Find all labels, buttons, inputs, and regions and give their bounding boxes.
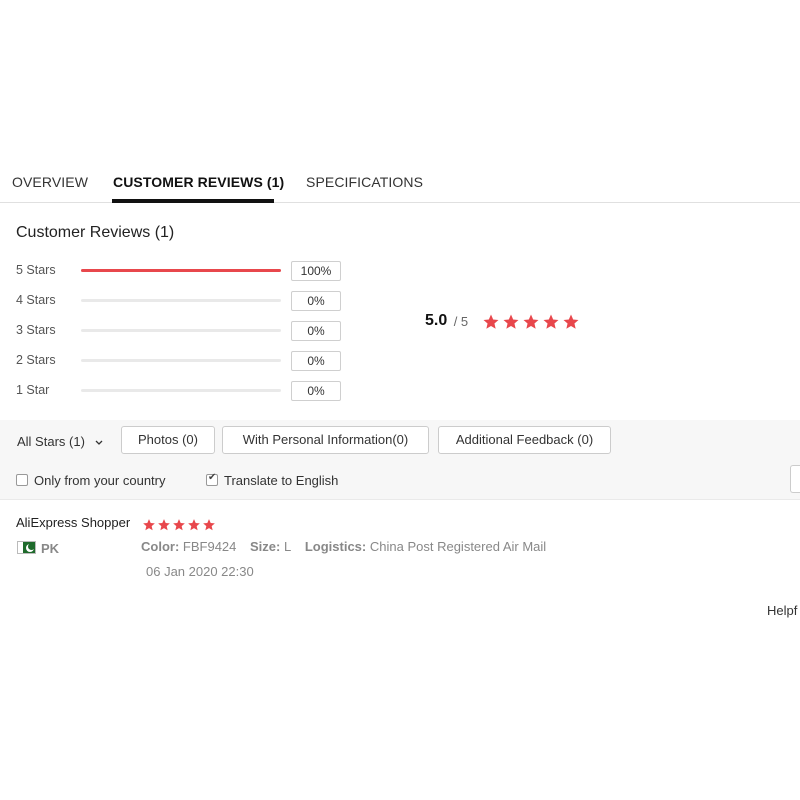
histogram-percent: 0% [291,381,341,401]
color-key: Color: [141,539,180,554]
review-item: AliExpress Shopper PK Color: FBF9424 Siz… [0,505,800,625]
logistics-key: Logistics: [304,539,367,554]
histogram-label: 3 Stars [16,323,56,337]
histogram-label: 1 Star [16,383,50,397]
tab-overview[interactable]: OVERVIEW [12,174,88,190]
histogram-bar [81,299,281,302]
histogram-row-5[interactable]: 5 Stars 100% [16,261,356,283]
review-date: 06 Jan 2020 22:30 [146,564,254,579]
reviews-section-title: Customer Reviews (1) [16,224,175,241]
star-icon [203,518,215,531]
star-icon [188,518,200,531]
average-rating-value: 5.0 [425,312,448,329]
star-icon [173,518,185,531]
star-icon [143,518,155,531]
helpful-label[interactable]: Helpf [767,603,797,618]
reviewer-name: AliExpress Shopper [16,515,131,530]
star-icon [543,314,559,329]
star-icon [503,314,519,329]
star-icon [483,314,499,329]
only-country-checkbox[interactable] [16,474,28,486]
personal-info-filter-button[interactable]: With Personal Information(0) [222,426,429,454]
histogram-row-4[interactable]: 4 Stars 0% [16,291,356,313]
tab-customer-reviews[interactable]: CUSTOMER REVIEWS (1) [113,174,284,190]
histogram-row-3[interactable]: 3 Stars 0% [16,321,356,343]
histogram-bar [81,359,281,362]
histogram-label: 5 Stars [16,263,56,277]
color-value: FBF9424 [182,539,237,554]
average-rating-max: / 5 [453,313,469,329]
sort-dropdown[interactable] [790,465,800,493]
histogram-percent: 0% [291,291,341,311]
star-icon [523,314,539,329]
histogram-percent: 0% [291,351,341,371]
histogram-percent: 0% [291,321,341,341]
histogram-row-1[interactable]: 1 Star 0% [16,381,356,403]
tab-specifications[interactable]: SPECIFICATIONS [306,174,423,190]
histogram-row-2[interactable]: 2 Stars 0% [16,351,356,373]
all-stars-dropdown[interactable]: All Stars (1) [17,434,103,449]
histogram-bar [81,269,281,272]
all-stars-label: All Stars (1) [17,434,85,449]
star-icon [158,518,170,531]
photos-filter-button[interactable]: Photos (0) [121,426,215,454]
flag-pk-icon [17,541,36,554]
active-tab-indicator [112,199,274,203]
histogram-bar [81,389,281,392]
review-filter-bar: All Stars (1) Photos (0) With Personal I… [0,420,800,500]
histogram-label: 4 Stars [16,293,56,307]
average-rating: 5.0 / 5 [425,312,468,336]
histogram-bar [81,329,281,332]
histogram-label: 2 Stars [16,353,56,367]
size-key: Size: [250,539,281,554]
review-stars [142,516,217,534]
review-attributes: Color: FBF9424 Size: L Logistics: China … [141,539,556,554]
histogram-fill [81,269,281,272]
translate-label: Translate to English [224,473,339,488]
histogram-percent: 100% [291,261,341,281]
star-icon [563,314,579,329]
only-country-label: Only from your country [34,473,166,488]
product-tabs: OVERVIEW CUSTOMER REVIEWS (1) SPECIFICAT… [0,160,800,203]
translate-checkbox[interactable] [206,472,218,486]
average-stars [482,313,582,331]
additional-feedback-filter-button[interactable]: Additional Feedback (0) [438,426,611,454]
logistics-value: China Post Registered Air Mail [369,539,547,554]
chevron-down-icon [95,438,103,449]
size-value: L [283,539,292,554]
reviewer-country: PK [41,541,60,556]
